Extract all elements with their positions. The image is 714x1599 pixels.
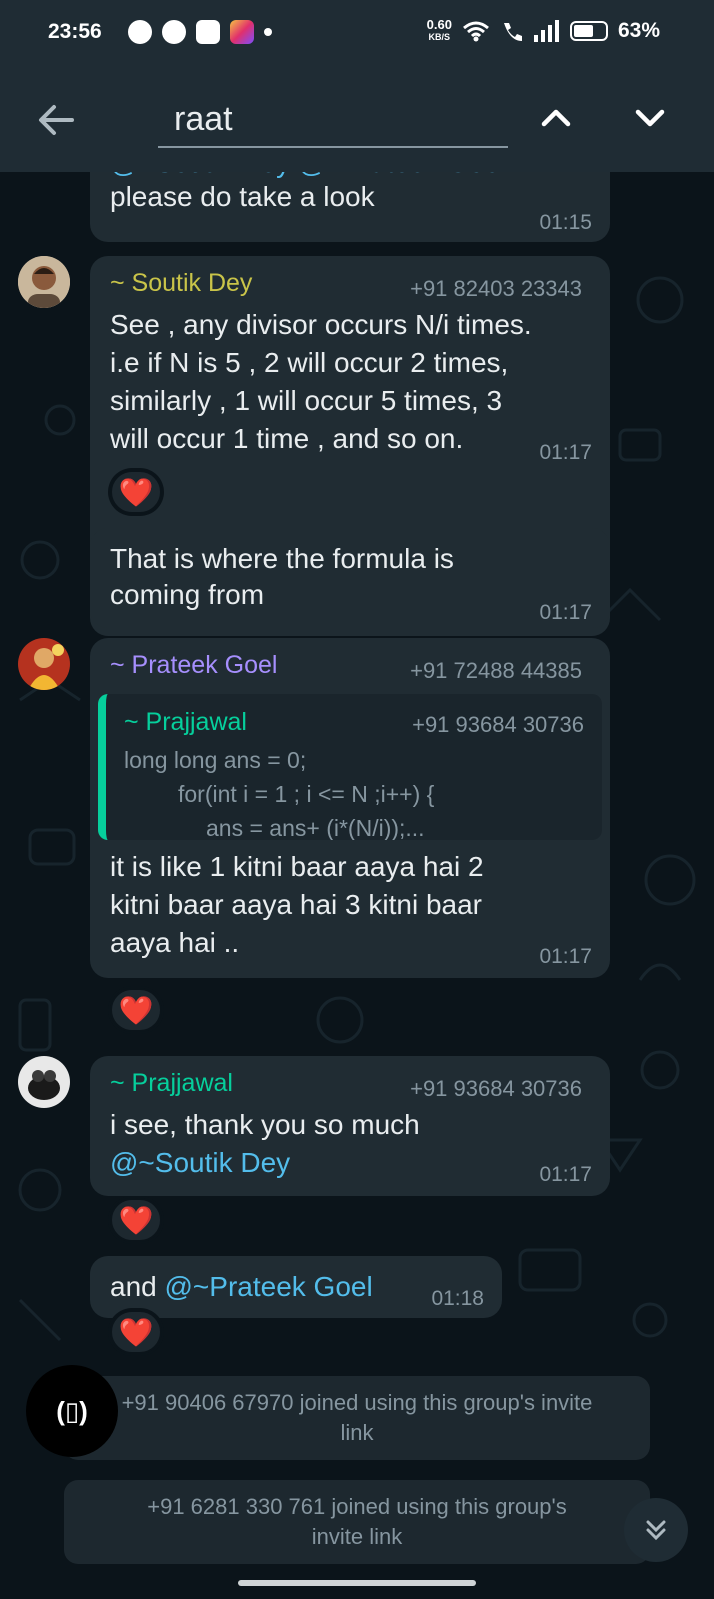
avatar[interactable] [18,256,70,308]
message-text-line: coming from [110,579,265,610]
quoted-text-line: for(int i = 1 ; i <= N ;i++) { [178,781,435,807]
scroll-to-bottom-button[interactable] [624,1498,688,1562]
message-time: 01:17 [539,1163,592,1186]
message-bubble[interactable]: ~ Prateek Goel +91 72488 44385 ~ Prajjaw… [90,638,610,978]
message-time: 01:18 [431,1287,484,1310]
avatar[interactable] [18,1056,70,1108]
message-text-line: That is where the formula is [110,543,454,574]
quoted-sender: ~ Prajjawal [124,708,247,736]
message-time: 01:17 [539,945,592,968]
bag-icon [196,20,220,44]
signal-icon [533,20,559,42]
system-message-line: link [340,1420,374,1445]
message-text-line: i.e if N is 5 , 2 will occur 2 times, [110,347,509,378]
call-icon [503,23,522,41]
message-text-line: aaya hai .. [110,927,240,958]
search-header [0,68,714,172]
battery-fill [573,25,593,37]
chat-bubble-icon [128,20,152,44]
battery-percent: 63% [617,19,660,42]
message-text-line: will occur 1 time , and so on. [110,423,464,454]
reaction-badge[interactable]: ❤️ [108,1196,164,1244]
more-dot-icon [264,28,272,36]
battery-icon [569,21,608,41]
message-text-line: kitni baar aaya hai 3 kitni baar [110,889,482,920]
sender-phone: +91 93684 30736 [410,1076,582,1101]
reaction-badge[interactable]: ❤️ [108,1308,164,1356]
quoted-message[interactable]: ~ Prajjawal +91 93684 30736 long long an… [98,694,602,840]
sender-phone: +91 72488 44385 [410,658,582,683]
message-text-line: i see, thank you so much [110,1109,420,1140]
quoted-phone: +91 93684 30736 [412,712,584,737]
arrow-left-icon[interactable] [32,96,80,144]
quoted-text-line: long long ans = 0; [124,747,307,773]
double-chevron-down-icon [646,1520,666,1541]
net-speed-unit: KB/S [428,32,451,42]
heart-reaction-icon: ❤️ [118,1316,154,1348]
message-text-prefix: and [110,1271,165,1302]
system-message-line: +91 6281 330 761 joined using this group… [147,1494,567,1519]
message-text: please do take a look [110,181,375,212]
mention-link[interactable]: @~Prateek Goel [165,1271,373,1302]
system-message: +91 6281 330 761 joined using this group… [64,1480,650,1564]
person-avatar-icon [18,256,70,308]
reaction-badge[interactable]: ❤️ [108,468,164,516]
sender-name[interactable]: ~ Prateek Goel [110,650,277,680]
system-message-line: invite link [311,1524,403,1549]
search-input[interactable] [158,92,508,148]
message-bubble[interactable]: That is where the formula is coming from… [90,528,610,628]
message-text-line: similarly , 1 will occur 5 times, 3 [110,385,503,416]
message-icon [162,20,186,44]
message-bubble[interactable]: and @~Prateek Goel 01:18 [90,1256,502,1318]
avatar[interactable] [18,638,70,690]
sender-phone: +91 82403 23343 [410,276,582,301]
notification-icons [128,20,272,44]
net-speed-value: 0.60 [426,17,452,32]
mention-link[interactable]: @~Soutik Dey [110,1144,290,1181]
person-avatar-icon [18,1056,70,1108]
message-text-line: it is like 1 kitni baar aaya hai 2 [110,851,484,882]
sender-name[interactable]: ~ Soutik Dey [110,268,252,298]
heart-reaction-icon: ❤️ [118,1204,154,1236]
home-indicator[interactable] [238,1580,476,1586]
message-bubble[interactable]: @~Soutik Dey @~Prateek Goel please do ta… [90,172,610,242]
chevron-down-icon[interactable] [630,98,670,138]
person-avatar-icon [18,638,70,690]
message-time: 01:17 [539,601,592,624]
quoted-text-line: ans = ans+ (i*(N/i));... [206,815,425,840]
status-bar: 23:56 0.60 KB/S 63% [0,0,714,68]
message-text: and @~Prateek Goel [110,1268,373,1305]
system-message-line: +91 90406 67970 joined using this group'… [121,1390,593,1415]
reaction-badge[interactable]: ❤️ [108,986,164,1034]
floating-screen-button[interactable]: (▯) [26,1365,118,1457]
heart-reaction-icon: ❤️ [118,476,154,508]
wifi-icon [463,21,489,42]
heart-reaction-icon: ❤️ [118,994,154,1026]
status-time: 23:56 [48,20,102,43]
message-bubble[interactable]: ~ Prajjawal +91 93684 30736 i see, thank… [90,1056,610,1196]
sender-name[interactable]: ~ Prajjawal [110,1068,233,1098]
chevron-up-icon[interactable] [536,98,576,138]
system-message: +91 90406 67970 joined using this group'… [64,1376,650,1460]
message-time: 01:17 [539,441,592,464]
message-text-line: See , any divisor occurs N/i times. [110,309,532,340]
message-time: 01:15 [539,211,592,234]
app-icon [230,20,254,44]
net-speed: 0.60 KB/S [427,18,452,44]
